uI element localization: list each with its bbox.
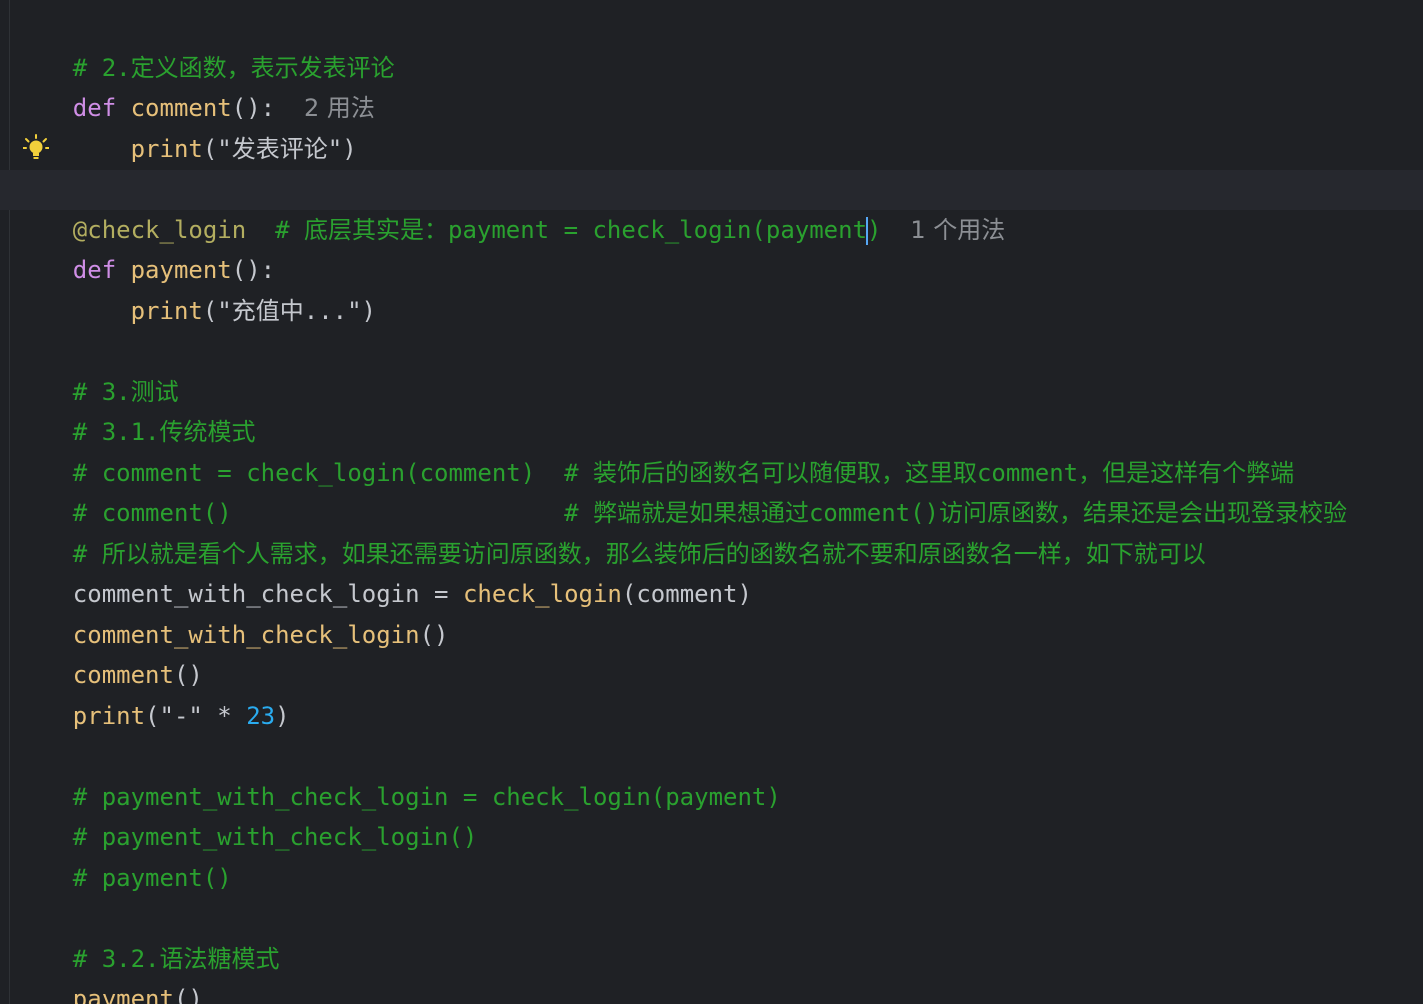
code-line[interactable]: payment() [0,939,1423,1004]
code-line[interactable]: comment() [0,615,1423,689]
code-line[interactable]: # payment_with_check_login() [0,777,1423,851]
code-line[interactable] [0,696,1423,736]
code-line[interactable]: def payment(): [0,210,1423,284]
code-line[interactable]: # 2.定义函数，表示发表评论 [0,8,1423,82]
code-line[interactable]: def comment(): 2 用法 [0,48,1423,122]
code-line[interactable] [0,291,1423,331]
code-line[interactable] [0,858,1423,898]
code-line[interactable]: # 所以就是看个人需求，如果还需要访问原函数，那么装饰后的函数名就不要和原函数名… [0,494,1423,568]
code-line-current[interactable]: @check_login # 底层其实是：payment = check_log… [0,170,1423,245]
code-line[interactable]: # comment() # 弊端就是如果想通过comment()访问原函数，结果… [0,453,1423,527]
code-line[interactable]: # comment = check_login(comment) # 装饰后的函… [0,413,1423,487]
code-line[interactable] [0,129,1423,169]
code-line[interactable]: # 3.测试 [0,332,1423,406]
call-name: payment [72,985,174,1004]
code-line[interactable]: comment_with_check_login = check_login(c… [0,534,1423,608]
code-line[interactable]: # payment() [0,818,1423,892]
code-line[interactable]: print("充值中...") [0,251,1423,325]
lightbulb-icon[interactable] [22,134,50,162]
code-line[interactable]: # 3.1.传统模式 [0,372,1423,446]
code-line[interactable]: comment_with_check_login() [0,575,1423,649]
code-line[interactable]: print("发表评论") [0,89,1423,163]
code-line[interactable]: # payment_with_check_login = check_login… [0,737,1423,811]
parens: () [173,985,203,1004]
code-line[interactable]: print("-" * 23) [0,656,1423,730]
code-line[interactable]: # 3.2.语法糖模式 [0,899,1423,973]
code-editor[interactable]: # 2.定义函数，表示发表评论 def comment(): 2 用法 prin… [0,0,1423,1004]
